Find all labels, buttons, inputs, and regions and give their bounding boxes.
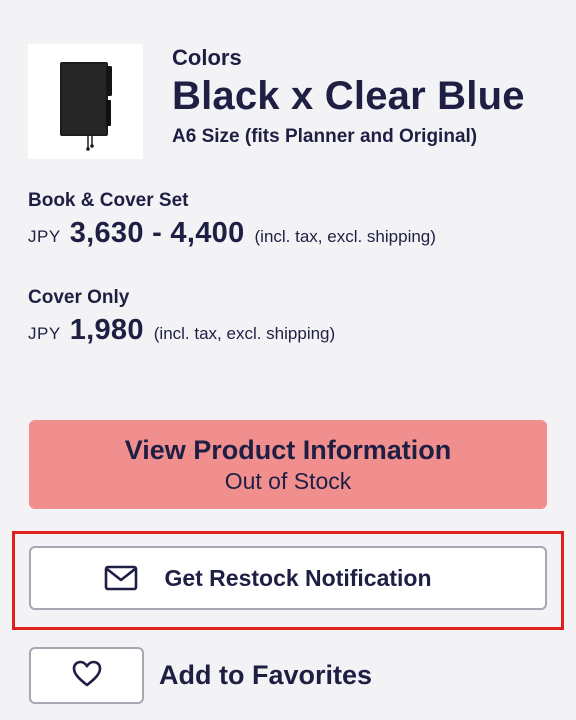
get-restock-notification-button[interactable]: Get Restock Notification — [29, 546, 547, 610]
view-product-information-label: View Product Information — [124, 435, 452, 465]
price-tax-note: (incl. tax, excl. shipping) — [153, 324, 336, 343]
price-title: Book & Cover Set — [28, 190, 189, 211]
price-line: JPY 1,980 (incl. tax, excl. shipping) — [28, 314, 335, 347]
notebook-cover-image — [59, 61, 112, 151]
price-currency: JPY — [28, 227, 61, 246]
add-to-favorites-label[interactable]: Add to Favorites — [159, 658, 372, 692]
price-title: Cover Only — [28, 287, 130, 308]
price-book-cover-set: Book & Cover Set JPY 3,630 - 4,400 (incl… — [28, 189, 436, 250]
price-cover-only: Cover Only JPY 1,980 (incl. tax, excl. s… — [28, 286, 335, 347]
price-currency: JPY — [28, 324, 61, 343]
price-line: JPY 3,630 - 4,400 (incl. tax, excl. ship… — [28, 217, 436, 250]
view-product-information-button[interactable]: View Product Information Out of Stock — [29, 420, 547, 509]
product-size-note: A6 Size (fits Planner and Original) — [172, 126, 478, 147]
mail-icon — [104, 565, 138, 591]
product-thumbnail — [28, 44, 143, 159]
product-page: Colors Black x Clear Blue A6 Size (fits … — [0, 0, 576, 720]
colors-label: Colors — [172, 45, 242, 70]
product-heading: Colors Black x Clear Blue A6 Size (fits … — [172, 44, 525, 159]
price-amount: 1,980 — [69, 314, 144, 346]
product-header: Colors Black x Clear Blue A6 Size (fits … — [28, 44, 525, 159]
product-color-name: Black x Clear Blue — [172, 74, 525, 118]
price-amount: 3,630 - 4,400 — [69, 217, 245, 249]
price-tax-note: (incl. tax, excl. shipping) — [254, 227, 436, 246]
restock-label: Get Restock Notification — [164, 564, 432, 591]
heart-icon — [72, 660, 102, 692]
out-of-stock-label: Out of Stock — [224, 468, 352, 494]
add-to-favorites-button[interactable] — [29, 647, 144, 704]
